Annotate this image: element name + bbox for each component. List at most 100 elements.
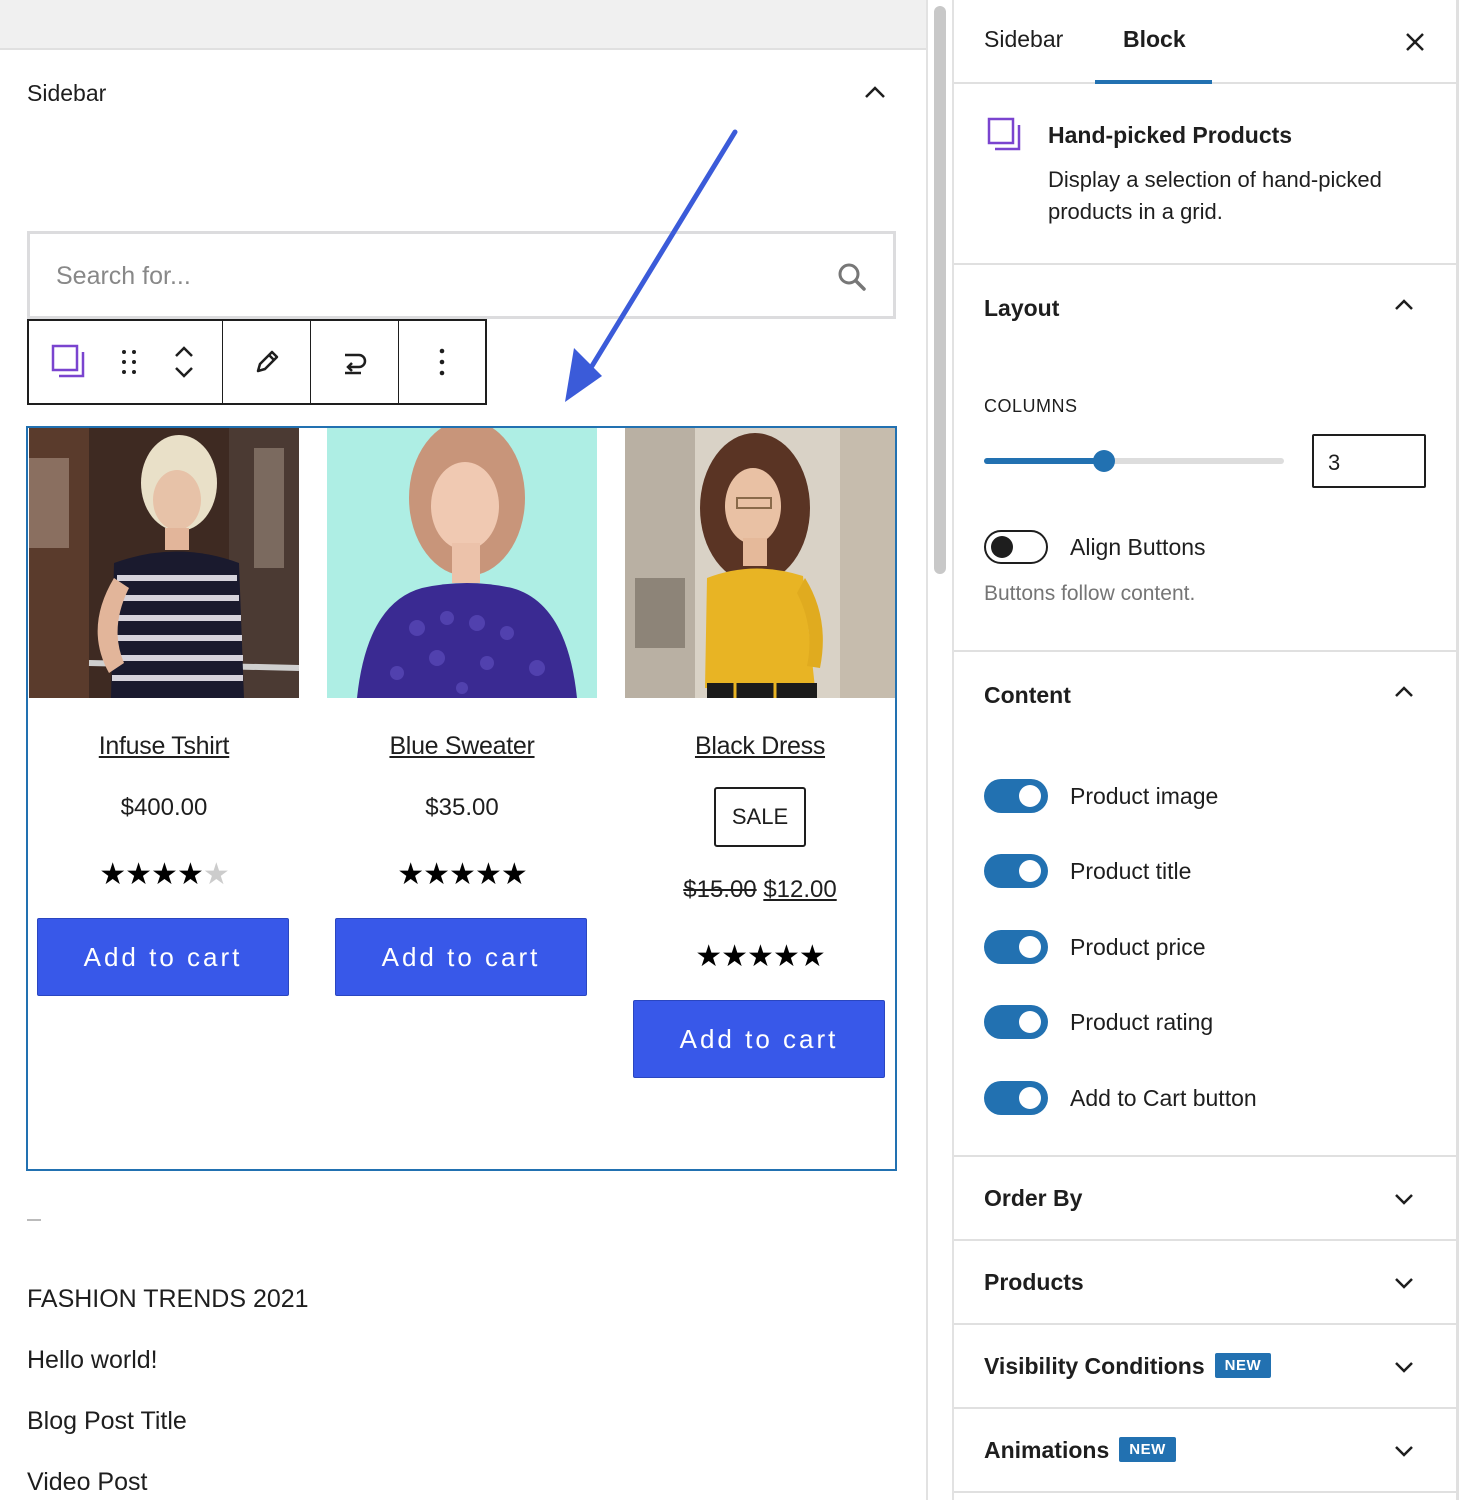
panel-title-row[interactable]: Animations NEW — [984, 1437, 1176, 1464]
panel-order-by[interactable]: Order By — [954, 1157, 1456, 1241]
chevron-down-icon[interactable] — [1390, 1441, 1418, 1461]
toggle-label: Product rating — [1070, 1009, 1214, 1035]
panel-title[interactable]: Layout — [984, 295, 1059, 322]
settings-tabs: Sidebar Block — [954, 0, 1456, 84]
pencil-icon — [256, 350, 278, 373]
product-rating: ★★★★★ — [29, 860, 299, 890]
product-sale-price: $12.00 — [763, 876, 837, 903]
block-type-button[interactable] — [29, 321, 109, 403]
transform-button[interactable] — [311, 321, 398, 403]
editor-top-bar — [0, 0, 926, 50]
columns-slider-fill — [984, 458, 1104, 464]
chevron-down-icon[interactable] — [1390, 1189, 1418, 1209]
hand-picked-products-icon — [51, 344, 85, 378]
product-rating: ★★★★★ — [625, 942, 895, 972]
product-price: $35.00 — [425, 794, 499, 821]
product-image-toggle[interactable] — [984, 779, 1048, 813]
hand-picked-products-icon — [987, 117, 1021, 151]
star-filled-icon: ★ — [474, 858, 502, 891]
product-rating: ★★★★★ — [327, 860, 597, 890]
search-placeholder: Search for... — [56, 262, 191, 290]
tab-block[interactable]: Block — [1123, 26, 1186, 53]
toolbar-group-edit — [223, 321, 311, 403]
panel-title[interactable]: Products — [984, 1269, 1084, 1296]
align-buttons-toggle[interactable] — [984, 530, 1048, 564]
panel-title[interactable]: Content — [984, 682, 1071, 709]
toggle-knob — [1019, 1011, 1041, 1033]
toggle-label: Product price — [1070, 934, 1206, 960]
product-title[interactable]: Infuse Tshirt — [29, 732, 299, 761]
panel-visibility-conditions[interactable]: Visibility Conditions NEW — [954, 1325, 1456, 1409]
product-image[interactable] — [327, 428, 597, 698]
star-filled-icon: ★ — [423, 858, 450, 891]
chevron-down-icon[interactable] — [1390, 1273, 1418, 1293]
toggle-label: Add to Cart button — [1070, 1085, 1257, 1111]
star-filled-icon: ★ — [798, 940, 826, 973]
toggle-label: Product image — [1070, 783, 1219, 809]
tab-sidebar[interactable]: Sidebar — [984, 26, 1063, 53]
columns-slider-thumb[interactable] — [1093, 450, 1115, 472]
post-link[interactable]: FASHION TRENDS 2021 — [27, 1285, 309, 1314]
toolbar-group-transform — [311, 321, 399, 403]
align-buttons-help: Buttons follow content. — [984, 582, 1196, 605]
post-link[interactable]: Hello world! — [27, 1346, 158, 1375]
star-filled-icon: ★ — [772, 940, 800, 973]
toolbar-group-block — [29, 321, 223, 403]
chevron-up-icon[interactable] — [1390, 295, 1418, 315]
product-image[interactable] — [29, 428, 299, 698]
sale-badge: SALE — [714, 787, 806, 847]
star-empty-icon: ★ — [202, 858, 230, 891]
add-to-cart-button[interactable]: Add to cart — [335, 918, 587, 996]
star-filled-icon: ★ — [151, 858, 178, 891]
product-rating-toggle[interactable] — [984, 1005, 1048, 1039]
chevron-up-icon[interactable] — [860, 80, 890, 106]
add-to-cart-toggle[interactable] — [984, 1081, 1048, 1115]
new-badge: NEW — [1119, 1437, 1176, 1463]
chevron-up-icon[interactable] — [1390, 682, 1418, 702]
move-up-icon[interactable] — [172, 342, 196, 362]
panel-title[interactable]: Order By — [984, 1185, 1082, 1212]
toggle-knob — [1019, 1087, 1041, 1109]
product-title-toggle[interactable] — [984, 854, 1048, 888]
hand-picked-products-block[interactable]: Infuse Tshirt $400.00 ★★★★★ Add to cart — [26, 426, 897, 1171]
chevron-down-icon[interactable] — [1390, 1357, 1418, 1377]
post-link[interactable]: Blog Post Title — [27, 1407, 187, 1436]
panel-animations[interactable]: Animations NEW — [954, 1409, 1456, 1493]
columns-number-input[interactable]: 3 — [1312, 434, 1426, 488]
editor-scrollbar[interactable] — [926, 0, 954, 1500]
toggle-knob — [1019, 936, 1041, 958]
move-down-icon[interactable] — [172, 362, 196, 382]
more-options-button[interactable] — [399, 321, 485, 403]
drag-handle[interactable] — [109, 321, 149, 403]
search-input[interactable]: Search for... — [27, 231, 896, 319]
block-card-title: Hand-picked Products — [1048, 122, 1293, 148]
star-filled-icon: ★ — [500, 858, 528, 891]
add-to-cart-button[interactable]: Add to cart — [633, 1000, 885, 1078]
columns-slider-track[interactable] — [984, 458, 1284, 464]
panel-title-row[interactable]: Visibility Conditions NEW — [984, 1353, 1272, 1380]
edit-button[interactable] — [223, 321, 310, 403]
panel-products[interactable]: Products — [954, 1241, 1456, 1325]
toggle-knob — [991, 536, 1013, 558]
transform-icon — [344, 353, 366, 375]
move-buttons — [149, 321, 219, 403]
product-old-price: $15.00 — [683, 876, 757, 903]
product-title[interactable]: Black Dress — [625, 732, 895, 761]
settings-sidebar: Sidebar Block Hand-picked Products Displ… — [954, 0, 1459, 1500]
star-filled-icon: ★ — [397, 858, 424, 891]
panel-title: Animations — [984, 1437, 1110, 1463]
separator — [27, 1219, 41, 1221]
product-image[interactable] — [625, 428, 895, 698]
product-title[interactable]: Blue Sweater — [327, 732, 597, 761]
toggle-label: Product title — [1070, 858, 1192, 884]
post-link[interactable]: Video Post — [27, 1468, 147, 1497]
editor-canvas: Sidebar Search for... Infuse Tshirt $400… — [0, 0, 926, 1500]
block-card-description: Display a selection of hand-picked produ… — [1048, 167, 1382, 224]
close-icon[interactable] — [1401, 28, 1429, 56]
star-filled-icon: ★ — [695, 940, 722, 973]
add-to-cart-button[interactable]: Add to cart — [37, 918, 289, 996]
align-buttons-label: Align Buttons — [1070, 534, 1206, 560]
product-price-toggle[interactable] — [984, 930, 1048, 964]
search-icon[interactable] — [837, 262, 867, 292]
scrollbar-thumb[interactable] — [934, 6, 946, 574]
